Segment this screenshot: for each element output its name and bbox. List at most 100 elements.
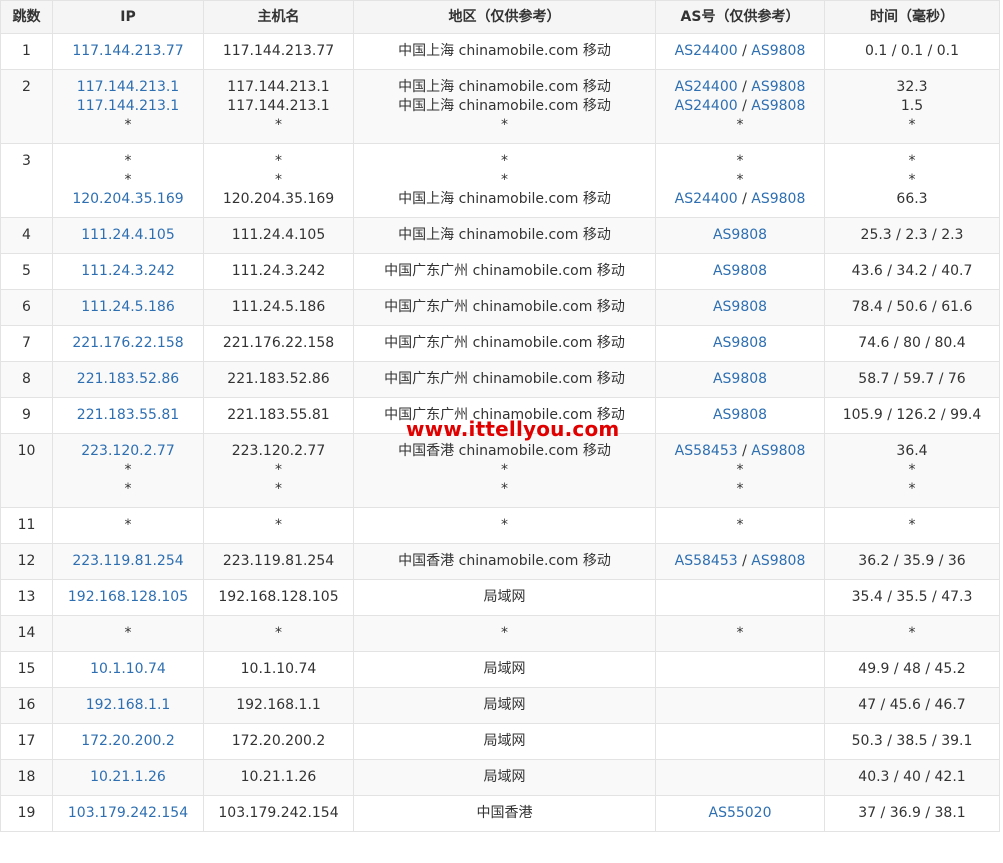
time-text: 36.4 [896, 443, 928, 459]
ip-cell: 117.144.213.1 117.144.213.1 * [52, 69, 204, 144]
time-text: 1.5 [900, 98, 924, 114]
ip-link[interactable]: 192.168.1.1 [53, 696, 203, 715]
time-text: * [908, 117, 916, 133]
as-link[interactable]: AS9808 [713, 299, 767, 315]
ip-link[interactable]: 221.183.55.81 [53, 406, 203, 425]
ip-link[interactable]: 10.21.1.26 [53, 768, 203, 787]
as-line: AS24400 / AS9808 [656, 78, 824, 97]
hostname-text: 223.120.2.77 [231, 443, 326, 459]
ip-link[interactable]: 111.24.3.242 [53, 262, 203, 281]
as-link[interactable]: AS55020 [709, 805, 772, 821]
time-cell: * * 66.3 [824, 143, 1000, 218]
as-line: AS24400 / AS9808 [656, 42, 824, 61]
as-link[interactable]: AS9808 [713, 227, 767, 243]
region-cell: 局域网 [353, 723, 656, 760]
hostname-cell: * [203, 507, 354, 544]
table-row: 18 10.21.1.26 10.21.1.26 局域网 40.3 / 40 / 42… [0, 759, 1000, 796]
as-separator: / [737, 443, 752, 459]
as-link[interactable]: AS9808 [751, 43, 805, 59]
hop-cell: 16 [0, 687, 53, 724]
as-link[interactable]: AS9808 [751, 191, 805, 207]
hop-cell: 17 [0, 723, 53, 760]
ip-link[interactable]: 10.1.10.74 [53, 660, 203, 679]
as-line [656, 732, 824, 751]
time-cell: 37 / 36.9 / 38.1 [824, 795, 1000, 832]
as-link[interactable]: AS9808 [713, 407, 767, 423]
time-cell: 50.3 / 38.5 / 39.1 [824, 723, 1000, 760]
region-text: 局域网 [483, 661, 526, 677]
time-text: 105.9 / 126.2 / 99.4 [842, 407, 982, 423]
region-text: * [501, 462, 508, 478]
hop-cell: 14 [0, 615, 53, 652]
as-separator: / [737, 553, 752, 569]
hop-cell: 11 [0, 507, 53, 544]
region-cell: 局域网 [353, 579, 656, 616]
region-cell: 中国广东广州 chinamobile.com 移动 [353, 397, 656, 434]
hostname-text: * [275, 517, 282, 533]
ip-link[interactable]: 221.176.22.158 [53, 334, 203, 353]
time-text: * [908, 481, 916, 497]
hostname-text: 120.204.35.169 [222, 191, 335, 207]
time-text: 43.6 / 34.2 / 40.7 [851, 263, 973, 279]
ip-placeholder: * [124, 172, 132, 188]
as-link[interactable]: AS9808 [751, 443, 805, 459]
as-link[interactable]: AS24400 [675, 191, 738, 207]
hop-cell: 8 [0, 361, 53, 398]
hostname-text: 117.144.213.1 [227, 79, 330, 95]
as-cell: AS58453 / AS9808 * * [655, 433, 825, 508]
ip-link[interactable]: 120.204.35.169 [53, 190, 203, 209]
ip-link[interactable]: 223.120.2.77 [53, 442, 203, 461]
hop-number: 9 [22, 407, 31, 423]
as-line [656, 660, 824, 679]
as-link[interactable]: AS9808 [713, 263, 767, 279]
hop-cell: 15 [0, 651, 53, 688]
ip-link[interactable]: 103.179.242.154 [53, 804, 203, 823]
region-cell: 中国香港 chinamobile.com 移动 [353, 543, 656, 580]
ip-link[interactable]: 172.20.200.2 [53, 732, 203, 751]
as-link[interactable]: AS9808 [751, 79, 805, 95]
as-line: AS24400 / AS9808 [656, 97, 824, 116]
ip-link[interactable]: 223.119.81.254 [53, 552, 203, 571]
region-cell: 局域网 [353, 687, 656, 724]
time-cell: 35.4 / 35.5 / 47.3 [824, 579, 1000, 616]
hostname-cell: 111.24.4.105 [203, 217, 354, 254]
ip-cell: 223.120.2.77 * * [52, 433, 204, 508]
ip-link[interactable]: 117.144.213.1 [53, 78, 203, 97]
ip-cell: 172.20.200.2 [52, 723, 204, 760]
ip-placeholder: * [124, 481, 132, 497]
time-text: 49.9 / 48 / 45.2 [858, 661, 966, 677]
as-link[interactable]: AS58453 [675, 443, 738, 459]
hostname-text: * [275, 481, 282, 497]
table-row: 19 103.179.242.154 103.179.242.154 中国香港 AS55… [0, 795, 1000, 832]
time-text: 0.1 / 0.1 / 0.1 [864, 43, 960, 59]
time-cell: 40.3 / 40 / 42.1 [824, 759, 1000, 796]
table-row: 17 172.20.200.2 172.20.200.2 局域网 50.3 / 38.… [0, 723, 1000, 760]
hostname-text: 10.21.1.26 [240, 769, 317, 785]
ip-link[interactable]: 111.24.4.105 [53, 226, 203, 245]
table-row: 5 111.24.3.242 111.24.3.242 中国广东广州 chinamob… [0, 253, 1000, 290]
ip-link[interactable]: 117.144.213.77 [53, 42, 203, 61]
hop-number: 5 [22, 263, 31, 279]
time-cell: 105.9 / 126.2 / 99.4 [824, 397, 1000, 434]
as-link[interactable]: AS24400 [675, 79, 738, 95]
hostname-text: 192.168.128.105 [218, 589, 339, 605]
as-link[interactable]: AS24400 [675, 98, 738, 114]
as-link[interactable]: AS9808 [751, 553, 805, 569]
time-cell: 32.3 1.5 * [824, 69, 1000, 144]
ip-cell: 10.1.10.74 [52, 651, 204, 688]
as-line [656, 696, 824, 715]
as-link[interactable]: AS9808 [713, 371, 767, 387]
as-cell [655, 759, 825, 796]
ip-link[interactable]: 111.24.5.186 [53, 298, 203, 317]
ip-link[interactable]: 221.183.52.86 [53, 370, 203, 389]
as-link[interactable]: AS9808 [751, 98, 805, 114]
as-link[interactable]: AS58453 [675, 553, 738, 569]
region-cell: * [353, 615, 656, 652]
as-placeholder: * [736, 625, 744, 641]
ip-placeholder: * [124, 517, 132, 533]
ip-cell: * [52, 507, 204, 544]
as-link[interactable]: AS24400 [675, 43, 738, 59]
ip-link[interactable]: 117.144.213.1 [53, 97, 203, 116]
as-link[interactable]: AS9808 [713, 335, 767, 351]
ip-link[interactable]: 192.168.128.105 [53, 588, 203, 607]
